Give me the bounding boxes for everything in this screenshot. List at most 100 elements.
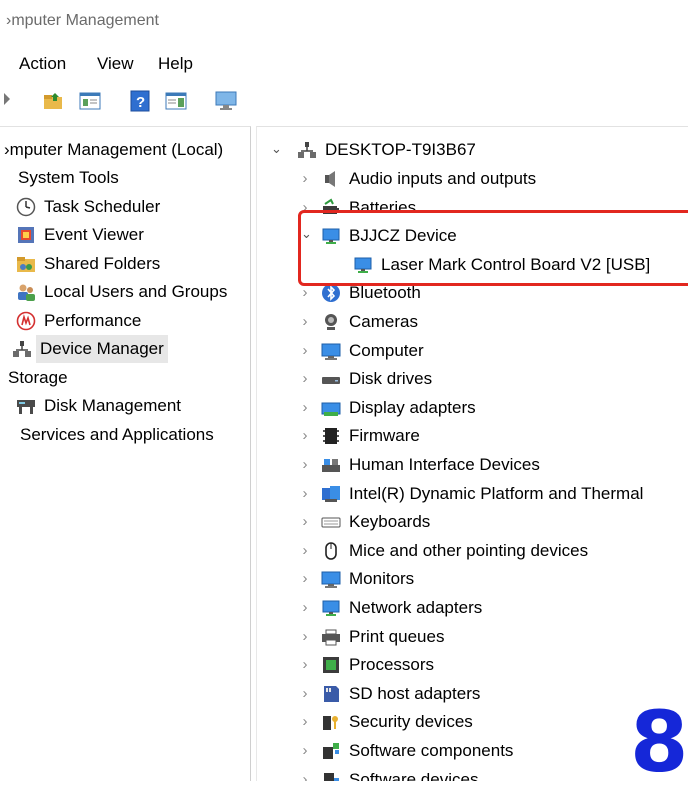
sd-card-icon <box>321 684 341 704</box>
window-title: ›mputer Management <box>6 12 159 29</box>
camera-icon <box>321 312 341 332</box>
device-manager-icon <box>12 339 32 359</box>
tree-category-item[interactable]: Audio inputs and outputs <box>321 165 536 193</box>
chevron-right-icon[interactable]: › <box>299 313 311 330</box>
tree-label: Software components <box>349 741 514 760</box>
tree-label: Human Interface Devices <box>349 455 540 474</box>
tree-category-item[interactable]: Display adapters <box>321 394 476 422</box>
action-pane-icon <box>165 92 187 110</box>
tree-label: Processors <box>349 655 435 674</box>
tree-category-item[interactable]: Keyboards <box>321 508 430 536</box>
console-tree: ›mputer Management (Local) System Tools … <box>0 126 251 781</box>
printer-icon <box>321 627 341 647</box>
console-tree-icon <box>79 92 101 110</box>
chevron-right-icon[interactable]: › <box>299 399 311 416</box>
tree-label: Security devices <box>349 712 473 731</box>
tree-item-shared-folders[interactable]: Shared Folders <box>16 250 160 278</box>
chevron-right-icon[interactable]: › <box>299 599 311 616</box>
chevron-right-icon[interactable]: › <box>299 656 311 673</box>
monitor-icon <box>321 569 341 589</box>
show-hide-tree-button[interactable] <box>77 88 103 114</box>
tree-label: Software devices <box>349 770 479 781</box>
tree-category-item[interactable]: Processors <box>321 651 434 679</box>
menu-view[interactable]: View <box>97 54 134 74</box>
tree-label: Keyboards <box>349 512 431 531</box>
speaker-icon <box>321 169 341 189</box>
monitor-icon <box>215 91 237 110</box>
forward-arrow-icon[interactable] <box>4 93 10 105</box>
tree-item-system-tools[interactable]: System Tools <box>18 164 119 192</box>
disk-drive-icon <box>321 369 341 389</box>
tree-label: Task Scheduler <box>44 197 161 216</box>
disk-management-icon <box>16 396 36 416</box>
tree-label: ›mputer Management (Local) <box>4 140 224 159</box>
tree-label: Performance <box>44 311 142 330</box>
toolbar: ? <box>0 86 688 116</box>
tree-category-item[interactable]: Software devices <box>321 766 478 781</box>
tree-label: SD host adapters <box>349 684 481 703</box>
tree-label: Disk Management <box>44 396 182 415</box>
chevron-right-icon[interactable]: › <box>299 542 311 559</box>
tree-item-event-viewer[interactable]: Event Viewer <box>16 221 144 249</box>
chevron-right-icon[interactable]: › <box>299 485 311 502</box>
chevron-right-icon[interactable]: › <box>299 742 311 759</box>
tree-category-item[interactable]: Disk drives <box>321 365 432 393</box>
tree-category-item[interactable]: Network adapters <box>321 594 482 622</box>
software-component-icon <box>321 741 341 761</box>
tree-category-item[interactable]: Security devices <box>321 708 473 736</box>
tree-category-item[interactable]: Print queues <box>321 623 444 651</box>
chevron-right-icon[interactable]: › <box>299 370 311 387</box>
chevron-right-icon[interactable]: › <box>299 342 311 359</box>
chevron-right-icon[interactable]: › <box>299 284 311 301</box>
menu-help[interactable]: Help <box>158 54 193 74</box>
action-pane-button[interactable] <box>163 88 189 114</box>
help-button[interactable]: ? <box>127 88 153 114</box>
menu-bar: Action View Help <box>0 54 688 80</box>
tree-label: Event Viewer <box>44 225 144 244</box>
chevron-right-icon[interactable]: › <box>299 170 311 187</box>
chevron-right-icon[interactable]: › <box>299 570 311 587</box>
tree-item-storage[interactable]: Storage <box>8 364 68 392</box>
tree-item-services-applications[interactable]: Services and Applications <box>20 421 214 449</box>
tree-category-item[interactable]: Mice and other pointing devices <box>321 537 588 565</box>
chevron-right-icon[interactable]: › <box>299 628 311 645</box>
annotation-number: 8 <box>630 693 688 791</box>
tree-category-item[interactable]: Cameras <box>321 308 418 336</box>
chevron-right-icon[interactable]: › <box>299 427 311 444</box>
tree-item-device-manager[interactable]: Device Manager <box>12 335 168 363</box>
up-folder-button[interactable] <box>41 88 67 114</box>
tree-label: Services and Applications <box>20 425 214 444</box>
connect-computer-button[interactable] <box>213 88 239 114</box>
chevron-right-icon[interactable]: › <box>299 513 311 530</box>
menu-action[interactable]: Action <box>19 54 66 74</box>
tree-label: Local Users and Groups <box>44 282 228 301</box>
tree-category-item[interactable]: Human Interface Devices <box>321 451 540 479</box>
tree-category-item[interactable]: Software components <box>321 737 513 765</box>
hid-icon <box>321 455 341 475</box>
tree-category-item[interactable]: Intel(R) Dynamic Platform and Thermal <box>321 480 643 508</box>
tree-category-item[interactable]: Monitors <box>321 565 414 593</box>
chevron-right-icon[interactable]: › <box>299 713 311 730</box>
tree-label: Storage <box>8 368 68 387</box>
tree-label: System Tools <box>18 168 119 187</box>
tree-item-performance[interactable]: Performance <box>16 307 141 335</box>
display-adapter-icon <box>321 398 341 418</box>
tree-category-item[interactable]: Computer <box>321 337 424 365</box>
tree-root-computer-management[interactable]: ›mputer Management (Local) <box>4 136 223 164</box>
tree-item-local-users[interactable]: Local Users and Groups <box>16 278 227 306</box>
tree-category-item[interactable]: Firmware <box>321 422 420 450</box>
mouse-icon <box>321 541 341 561</box>
tree-label: Mice and other pointing devices <box>349 541 589 560</box>
tree-root-computer[interactable]: DESKTOP-T9I3B67 <box>297 136 476 164</box>
svg-text:?: ? <box>136 94 145 111</box>
help-book-icon: ? <box>130 90 150 112</box>
chevron-down-icon[interactable]: ⌄ <box>271 141 282 157</box>
intel-icon <box>321 484 341 504</box>
title-bar: ›mputer Management <box>0 0 688 44</box>
tree-label: Display adapters <box>349 398 476 417</box>
chevron-right-icon[interactable]: › <box>299 456 311 473</box>
tree-category-item[interactable]: SD host adapters <box>321 680 480 708</box>
tree-item-task-scheduler[interactable]: Task Scheduler <box>16 193 160 221</box>
tree-item-disk-management[interactable]: Disk Management <box>16 392 181 420</box>
chevron-right-icon[interactable]: › <box>299 685 311 702</box>
